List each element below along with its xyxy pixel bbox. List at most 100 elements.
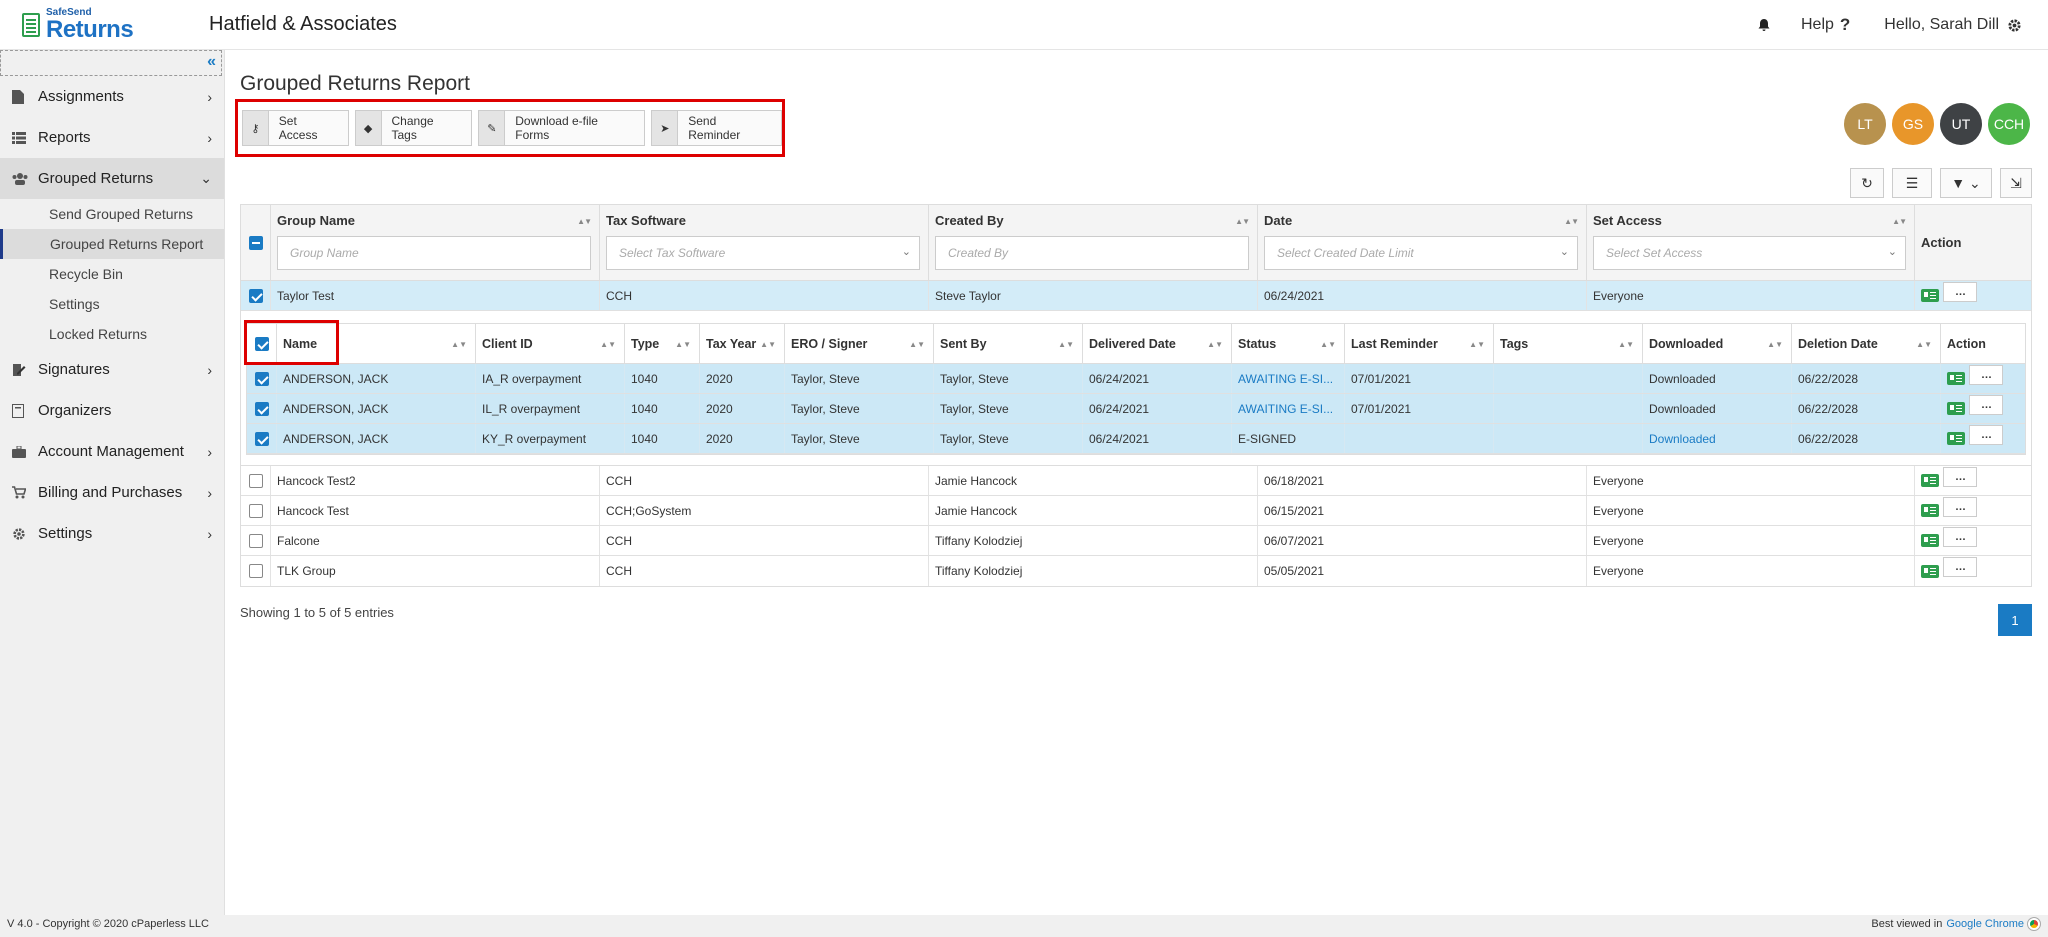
sub-column-header-client-id[interactable]: Client ID xyxy=(482,337,533,351)
sub-column-header-sent-by[interactable]: Sent By xyxy=(940,337,987,351)
send-reminder-button[interactable]: ➤ Send Reminder xyxy=(651,110,782,146)
list-item[interactable]: ANDERSON, JACK IA_R overpayment 1040 202… xyxy=(247,364,2025,394)
id-card-icon[interactable] xyxy=(1947,432,1965,445)
sub-column-header-tags[interactable]: Tags xyxy=(1500,337,1528,351)
sub-row-checkbox[interactable] xyxy=(254,401,269,416)
table-row[interactable]: Taylor Test CCH Steve Taylor 06/24/2021 … xyxy=(241,281,2031,311)
avatar-gs[interactable]: GS xyxy=(1892,103,1934,145)
column-header-group-name[interactable]: Group Name xyxy=(277,213,355,228)
more-options-button[interactable]: … xyxy=(1943,466,1977,487)
date-filter-select[interactable]: Select Created Date Limit ⌄ xyxy=(1264,236,1578,270)
collapse-icon[interactable]: « xyxy=(207,53,216,71)
sort-icon[interactable]: ▲▼ xyxy=(1207,340,1223,349)
more-options-button[interactable]: … xyxy=(1943,496,1977,517)
row-checkbox[interactable] xyxy=(248,503,263,518)
sidebar-item-assignments[interactable]: Assignments › xyxy=(0,76,224,117)
sort-icon[interactable]: ▲▼ xyxy=(451,340,467,349)
id-card-icon[interactable] xyxy=(1947,372,1965,385)
sub-column-header-delivered[interactable]: Delivered Date xyxy=(1089,337,1176,351)
sort-icon[interactable]: ▲▼ xyxy=(760,340,776,349)
id-card-icon[interactable] xyxy=(1947,402,1965,415)
tax-software-filter-select[interactable]: Select Tax Software ⌄ xyxy=(606,236,920,270)
more-options-button[interactable]: … xyxy=(1943,526,1977,547)
list-item[interactable]: ANDERSON, JACK KY_R overpayment 1040 202… xyxy=(247,424,2025,454)
page-1-button[interactable]: 1 xyxy=(1998,604,2032,636)
column-header-date[interactable]: Date xyxy=(1264,213,1292,228)
table-row[interactable]: Falcone CCH Tiffany Kolodziej 06/07/2021… xyxy=(241,526,2031,556)
row-checkbox[interactable] xyxy=(248,564,263,578)
sub-cell-status-link[interactable]: AWAITING E-SI... xyxy=(1232,364,1345,393)
sort-icon[interactable]: ▲▼ xyxy=(675,340,691,349)
id-card-icon[interactable] xyxy=(1921,504,1939,517)
sort-icon[interactable]: ▲▼ xyxy=(577,217,592,226)
sub-column-header-last-reminder[interactable]: Last Reminder xyxy=(1351,337,1438,351)
app-logo[interactable]: SafeSend Returns xyxy=(22,7,187,42)
sidebar-subitem-locked-returns[interactable]: Locked Returns xyxy=(0,319,224,349)
sidebar-item-billing[interactable]: Billing and Purchases › xyxy=(0,472,224,513)
bell-icon[interactable] xyxy=(1757,18,1771,32)
table-row[interactable]: TLK Group CCH Tiffany Kolodziej 05/05/20… xyxy=(241,556,2031,586)
column-settings-button[interactable]: ☰ xyxy=(1892,168,1932,198)
sort-icon[interactable]: ▲▼ xyxy=(1892,217,1907,226)
column-header-set-access[interactable]: Set Access xyxy=(1593,213,1662,228)
sub-row-checkbox[interactable] xyxy=(254,371,269,386)
group-name-filter-input[interactable]: Group Name xyxy=(277,236,591,270)
row-checkbox[interactable] xyxy=(248,288,263,303)
sort-icon[interactable]: ▲▼ xyxy=(1320,340,1336,349)
filter-dropdown-button[interactable]: ▼ ⌄ xyxy=(1940,168,1992,198)
avatar-ut[interactable]: UT xyxy=(1940,103,1982,145)
refresh-button[interactable]: ↻ xyxy=(1850,168,1884,198)
id-card-icon[interactable] xyxy=(1921,474,1939,487)
sort-icon[interactable]: ▲▼ xyxy=(1469,340,1485,349)
row-checkbox[interactable] xyxy=(248,473,263,488)
table-row[interactable]: Hancock Test2 CCH Jamie Hancock 06/18/20… xyxy=(241,466,2031,496)
table-row[interactable]: Hancock Test CCH;GoSystem Jamie Hancock … xyxy=(241,496,2031,526)
created-by-filter-input[interactable]: Created By xyxy=(935,236,1249,270)
sidebar-item-reports[interactable]: Reports › xyxy=(0,117,224,158)
sub-column-header-deletion[interactable]: Deletion Date xyxy=(1798,337,1878,351)
sidebar-subitem-recycle-bin[interactable]: Recycle Bin xyxy=(0,259,224,289)
sidebar-item-account-management[interactable]: Account Management › xyxy=(0,431,224,472)
id-card-icon[interactable] xyxy=(1921,564,1939,578)
sub-cell-status-link[interactable]: AWAITING E-SI... xyxy=(1232,394,1345,423)
sidebar-subitem-send-grouped-returns[interactable]: Send Grouped Returns xyxy=(0,199,224,229)
sort-icon[interactable]: ▲▼ xyxy=(1058,340,1074,349)
user-menu[interactable]: Hello, Sarah Dill xyxy=(1884,16,2022,34)
sidebar-item-organizers[interactable]: Organizers xyxy=(0,390,224,431)
more-options-button[interactable]: … xyxy=(1969,394,2003,415)
sort-icon[interactable]: ▲▼ xyxy=(1564,217,1579,226)
sort-icon[interactable]: ▲▼ xyxy=(1618,340,1634,349)
sub-column-header-type[interactable]: Type xyxy=(631,337,659,351)
column-header-created-by[interactable]: Created By xyxy=(935,213,1004,228)
sort-icon[interactable]: ▲▼ xyxy=(1916,340,1932,349)
id-card-icon[interactable] xyxy=(1921,289,1939,302)
avatar-lt[interactable]: LT xyxy=(1844,103,1886,145)
sub-column-header-tax-year[interactable]: Tax Year xyxy=(706,337,756,351)
more-options-button[interactable]: … xyxy=(1943,557,1977,577)
avatar-cch[interactable]: CCH xyxy=(1988,103,2030,145)
sub-column-header-downloaded[interactable]: Downloaded xyxy=(1649,337,1723,351)
sort-icon[interactable]: ▲▼ xyxy=(909,340,925,349)
sidebar-item-signatures[interactable]: Signatures › xyxy=(0,349,224,390)
sidebar-item-grouped-returns[interactable]: Grouped Returns ⌄ xyxy=(0,158,224,199)
set-access-button[interactable]: ⚷ Set Access xyxy=(242,110,349,146)
sub-row-checkbox[interactable] xyxy=(254,431,269,446)
sub-column-header-status[interactable]: Status xyxy=(1238,337,1276,351)
sort-icon[interactable]: ▲▼ xyxy=(1767,340,1783,349)
more-options-button[interactable]: … xyxy=(1943,281,1977,302)
more-options-button[interactable]: … xyxy=(1969,424,2003,445)
export-button[interactable]: ⇲ xyxy=(2000,168,2032,198)
change-tags-button[interactable]: ◆ Change Tags xyxy=(354,110,473,146)
set-access-filter-select[interactable]: Select Set Access ⌄ xyxy=(1593,236,1906,270)
sub-column-header-ero[interactable]: ERO / Signer xyxy=(791,337,867,351)
more-options-button[interactable]: … xyxy=(1969,364,2003,385)
id-card-icon[interactable] xyxy=(1921,534,1939,547)
sidebar-subitem-grouped-returns-report[interactable]: Grouped Returns Report xyxy=(0,229,224,259)
download-efile-button[interactable]: ✎ Download e-file Forms xyxy=(478,110,646,146)
column-header-tax-software[interactable]: Tax Software xyxy=(606,213,686,228)
row-checkbox[interactable] xyxy=(248,533,263,548)
list-item[interactable]: ANDERSON, JACK IL_R overpayment 1040 202… xyxy=(247,394,2025,424)
sidebar-subitem-settings[interactable]: Settings xyxy=(0,289,224,319)
sub-cell-downloaded-link[interactable]: Downloaded xyxy=(1643,424,1792,453)
help-link[interactable]: Help ? xyxy=(1801,15,1850,35)
